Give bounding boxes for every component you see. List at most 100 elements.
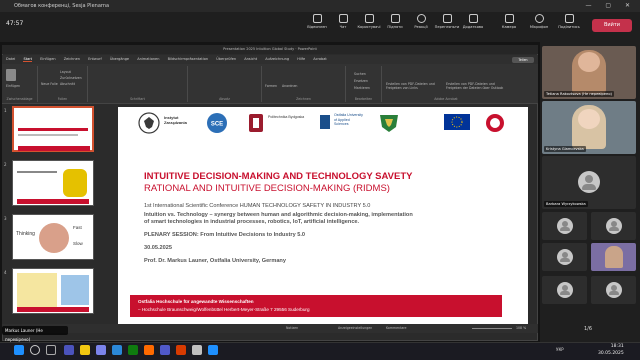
slide-canvas[interactable]: Instytut Zarządzania SCE Politechnika By… <box>118 107 528 325</box>
taskview-icon[interactable] <box>46 345 56 355</box>
tab-hilfe[interactable]: Hilfe <box>297 57 305 61</box>
participant-name: Barbara Wyrzykowska <box>544 201 588 207</box>
participant-tile-2[interactable]: Kristyna Glamcevska <box>542 101 636 154</box>
language-indicator[interactable]: УКР <box>556 347 564 352</box>
toolbar-label: Камера <box>501 25 517 29</box>
app-icon[interactable] <box>160 345 170 355</box>
reaction-icon <box>416 14 426 23</box>
avatar-placeholder-icon <box>556 218 573 234</box>
tab-start[interactable]: Start <box>23 57 33 62</box>
app-icon[interactable] <box>112 345 122 355</box>
reset-button[interactable]: Zurücksetzen <box>60 76 82 80</box>
zoom-slider[interactable] <box>472 328 512 329</box>
share-doc-button[interactable]: Teilen <box>512 57 534 63</box>
more-button[interactable]: Додатково <box>458 14 488 29</box>
app-icon[interactable] <box>192 345 202 355</box>
section-button[interactable]: Abschnitt <box>60 82 75 86</box>
tab-einfuegen[interactable]: Einfügen <box>40 57 55 61</box>
footer-line-1: Ostfalia Hochschule für angewandte Wisse… <box>138 299 254 304</box>
notes-button[interactable]: Notizen <box>286 324 298 333</box>
toolbar-label: Додатково <box>462 25 484 29</box>
participant-tile-5[interactable] <box>591 212 636 240</box>
mic-button[interactable]: Мікрофон <box>524 14 554 29</box>
tab-ueberpruefen[interactable]: Überprüfen <box>216 57 236 61</box>
system-clock[interactable]: 18:31 30.05.2025 <box>598 343 624 357</box>
shield-logo <box>380 115 398 132</box>
select-button[interactable]: Markieren <box>354 86 370 90</box>
thumb-number: 3 <box>4 216 7 221</box>
paste-button[interactable]: Einfügen <box>6 84 20 88</box>
shapes-button[interactable]: Formen <box>265 84 277 88</box>
start-icon[interactable] <box>14 345 24 355</box>
slide-thumb-3[interactable]: Thinking Fast Slow <box>12 214 94 260</box>
view-icon <box>442 14 452 23</box>
app-icon[interactable] <box>64 345 74 355</box>
tab-entwurf[interactable]: Entwurf <box>88 57 102 61</box>
toolbar-label: Користувачі <box>357 25 381 29</box>
replace-button[interactable]: Ersetzen <box>354 79 368 83</box>
tab-aufzeichnung[interactable]: Aufzeichnung <box>265 57 289 61</box>
camera-button[interactable]: Камера <box>494 14 524 29</box>
participant-tile-9[interactable] <box>591 276 636 304</box>
toolbar-label: Поділитись <box>558 25 580 29</box>
clock-date: 30.05.2025 <box>598 351 624 356</box>
round-logo <box>486 114 504 132</box>
app-icon[interactable] <box>176 345 186 355</box>
date-line: 30.05.2025 <box>144 245 172 251</box>
avatar-placeholder-icon <box>578 170 600 193</box>
window-controls[interactable]: — ▢ ✕ <box>585 0 636 12</box>
new-slide-button[interactable]: Neue Folie <box>41 82 58 86</box>
pdf-share-link-button[interactable]: Erstellen von PDF-Dateien und Freigeben … <box>386 82 444 90</box>
group-label: Bearbeiten <box>354 97 373 101</box>
chat-icon <box>338 14 348 23</box>
tab-animationen[interactable]: Animationen <box>137 57 159 61</box>
thumb-number: 1 <box>4 108 7 113</box>
thumb-text: Thinking <box>16 231 35 237</box>
app-icon[interactable] <box>80 345 90 355</box>
toolbar-label: Чат <box>339 25 347 29</box>
layout-button[interactable]: Layout <box>60 70 71 74</box>
gallery-page-counter[interactable]: 1/6 <box>584 326 592 332</box>
author-line: Prof. Dr. Markus Launer, Ostfalia Univer… <box>144 258 286 264</box>
app-icon[interactable] <box>144 345 154 355</box>
slide-thumb-4[interactable] <box>12 268 94 314</box>
ribbon-group-editing: Suchen Ersetzen Markieren Bearbeiten <box>346 66 382 102</box>
slide-thumb-2[interactable] <box>12 160 94 206</box>
participant-tile-1[interactable]: Tetiana Rakovtsova (Не перевірено) <box>542 46 636 99</box>
tab-zeichnen[interactable]: Zeichnen <box>64 57 80 61</box>
pdf-share-outlook-button[interactable]: Erstellen von PDF-Dateien und Freigeben … <box>446 82 508 90</box>
slide-thumb-1[interactable] <box>12 106 94 152</box>
tab-bildschirmpraesentation[interactable]: Bildschirmpräsentation <box>168 57 209 61</box>
share-button[interactable]: Поділитись <box>554 14 584 29</box>
participant-tile-3[interactable]: Barbara Wyrzykowska <box>542 156 636 209</box>
comments-button[interactable]: Kommentare <box>386 324 406 333</box>
thumb-text: Slow <box>73 241 83 246</box>
leave-button[interactable]: Вийти <box>592 19 632 32</box>
search-icon[interactable] <box>30 345 40 355</box>
powerpoint-statusbar: Notizen Anzeigeeinstellungen Kommentare … <box>2 324 538 333</box>
mic-icon <box>534 14 544 23</box>
display-settings-button[interactable]: Anzeigeeinstellungen <box>338 324 372 333</box>
avatar-placeholder-icon <box>556 282 573 298</box>
arrange-button[interactable]: Anordnen <box>282 84 297 88</box>
app-icon[interactable] <box>208 345 218 355</box>
ribbon-group-drawing: Formen Anordnen Zeichnen <box>262 66 346 102</box>
avatar-placeholder-icon <box>556 249 573 265</box>
group-label: Absatz <box>219 97 230 101</box>
tab-datei[interactable]: Datei <box>6 57 15 61</box>
toolbar-label: Реакції <box>414 25 428 29</box>
tab-acrobat[interactable]: Acrobat <box>313 57 327 61</box>
participant-tile-4[interactable] <box>542 212 587 240</box>
participant-tile-6[interactable] <box>542 243 587 271</box>
eu-flag-logo <box>444 114 470 130</box>
tab-ansicht[interactable]: Ansicht <box>244 57 257 61</box>
app-icon[interactable] <box>96 345 106 355</box>
eagle-emblem-logo <box>138 112 160 134</box>
zoom-level[interactable]: 108 % <box>516 324 526 333</box>
find-button[interactable]: Suchen <box>354 72 366 76</box>
app-icon[interactable] <box>128 345 138 355</box>
group-label: Zeichnen <box>296 97 311 101</box>
tab-uebergaenge[interactable]: Übergänge <box>110 57 129 61</box>
participant-tile-7[interactable] <box>591 243 636 271</box>
participant-tile-8[interactable] <box>542 276 587 304</box>
